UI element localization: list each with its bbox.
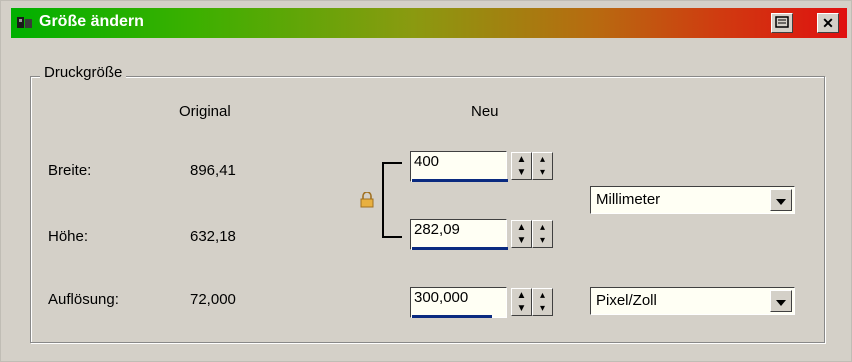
spin-updown-icon[interactable]: ▲ ▼ xyxy=(511,288,532,316)
window-title: Größe ändern xyxy=(39,13,144,30)
width-label: Breite: xyxy=(48,162,92,179)
chevron-down-icon xyxy=(776,192,786,209)
app-icon xyxy=(17,16,33,30)
width-input[interactable] xyxy=(411,152,507,171)
resolution-input[interactable] xyxy=(411,288,507,307)
width-stepper[interactable]: ▲▼ ▴▾ xyxy=(410,151,556,186)
help-button[interactable] xyxy=(771,13,793,33)
aspect-link-bracket xyxy=(382,162,402,238)
close-icon: ✕ xyxy=(822,14,834,31)
title-bar[interactable]: Größe ändern ✕ xyxy=(11,8,847,38)
group-label: Druckgröße xyxy=(40,64,127,81)
chevron-down-icon xyxy=(776,293,786,310)
unit-dropdown-button[interactable] xyxy=(770,189,792,211)
spin-slider-icon[interactable]: ▴ ▾ xyxy=(532,152,553,180)
unit-select-value: Millimeter xyxy=(596,191,661,208)
lock-icon[interactable] xyxy=(360,191,374,212)
height-progress-bar xyxy=(412,247,508,250)
width-field-frame xyxy=(410,151,507,182)
height-original-value: 632,18 xyxy=(190,228,236,245)
width-progress-bar xyxy=(412,179,508,182)
width-original-value: 896,41 xyxy=(190,162,236,179)
resolution-unit-dropdown-button[interactable] xyxy=(770,290,792,312)
column-header-new: Neu xyxy=(471,103,499,120)
resolution-original-value: 72,000 xyxy=(190,291,236,308)
resolution-stepper[interactable]: ▲▼ ▴▾ xyxy=(410,287,556,322)
column-header-original: Original xyxy=(179,103,231,120)
spin-slider-icon[interactable]: ▴ ▾ xyxy=(532,220,553,248)
resolution-unit-select[interactable]: Pixel/Zoll xyxy=(590,287,795,315)
width-spin-arrows[interactable]: ▲ ▼ ▴ ▾ xyxy=(511,152,553,180)
resolution-progress-bar xyxy=(412,315,492,318)
spin-slider-icon[interactable]: ▴ ▾ xyxy=(532,288,553,316)
height-label: Höhe: xyxy=(48,228,89,245)
spin-updown-icon[interactable]: ▲ ▼ xyxy=(511,220,532,248)
resolution-spin-arrows[interactable]: ▲ ▼ ▴ ▾ xyxy=(511,288,553,316)
resize-dialog: Größe ändern ✕ Druckgröße Original Neu B… xyxy=(0,0,852,362)
height-field-frame xyxy=(410,219,507,250)
height-input[interactable] xyxy=(411,220,507,239)
height-stepper[interactable]: ▲▼ ▴▾ xyxy=(410,219,556,254)
spin-updown-icon[interactable]: ▲ ▼ xyxy=(511,152,532,180)
unit-select[interactable]: Millimeter xyxy=(590,186,795,214)
height-spin-arrows[interactable]: ▲ ▼ ▴ ▾ xyxy=(511,220,553,248)
help-icon xyxy=(775,15,789,31)
resolution-field-frame xyxy=(410,287,507,318)
close-button[interactable]: ✕ xyxy=(817,13,839,33)
resolution-unit-select-value: Pixel/Zoll xyxy=(596,292,657,309)
resolution-label: Auflösung: xyxy=(48,291,119,308)
